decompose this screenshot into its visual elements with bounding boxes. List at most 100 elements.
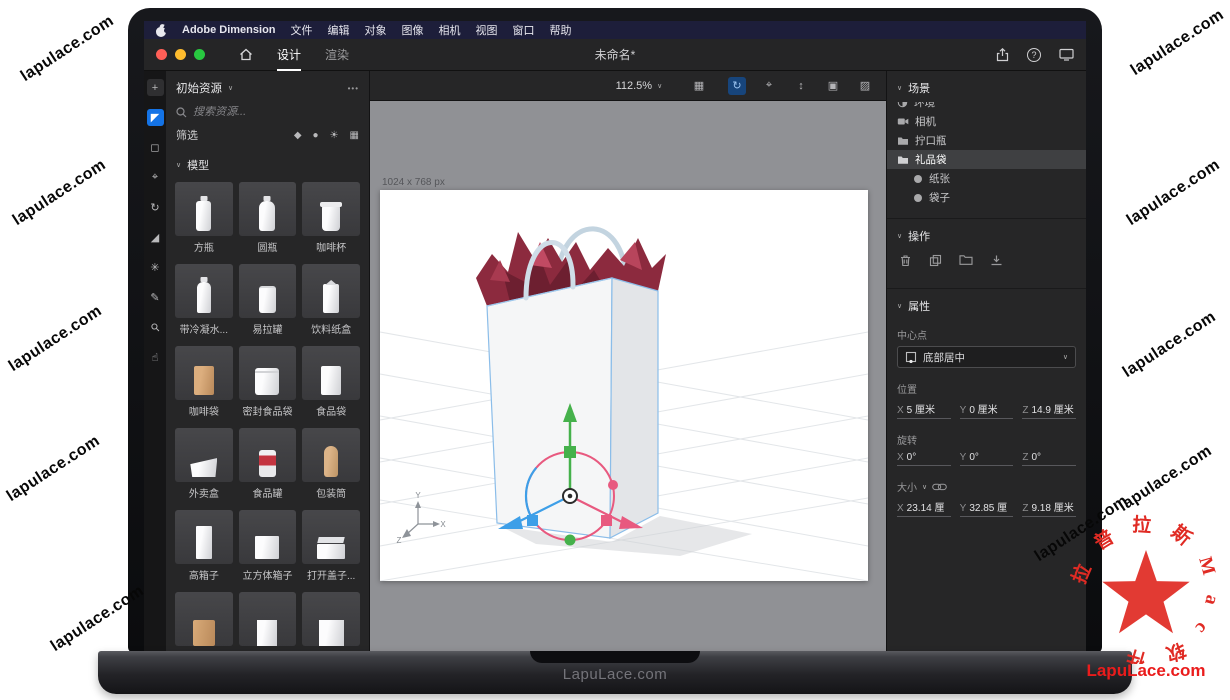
export-icon[interactable] [990, 254, 1003, 267]
scene-item-bag[interactable]: 袋子 [887, 188, 1086, 207]
stamp-star [1102, 550, 1189, 633]
select-tool[interactable]: ◤ [147, 109, 164, 126]
zoom-window-button[interactable] [194, 49, 205, 60]
scene-item-twist-bottle[interactable]: 拧口瓶 [887, 131, 1086, 150]
rotation-x-field[interactable]: X0° [897, 452, 951, 466]
close-window-button[interactable] [156, 49, 167, 60]
apple-logo-icon[interactable] [156, 24, 167, 37]
menu-view[interactable]: 视图 [476, 22, 498, 38]
grid-view-icon[interactable]: ▦ [690, 77, 708, 95]
chevron-down-icon[interactable]: ∨ [897, 84, 902, 92]
menu-camera[interactable]: 相机 [439, 22, 461, 38]
light-filter-icon[interactable]: ☀ [330, 130, 339, 141]
model-food-can[interactable]: 食品罐 [239, 428, 297, 500]
sampler-tool[interactable]: ✎ [147, 289, 164, 306]
chevron-down-icon[interactable]: ∨ [897, 232, 902, 240]
assets-panel-title[interactable]: 初始资源 [176, 80, 222, 96]
chevron-down-icon[interactable]: ∨ [922, 483, 927, 491]
menu-window[interactable]: 窗口 [513, 22, 535, 38]
model-packaging-tube[interactable]: 包装筒 [302, 428, 360, 500]
match-image-icon[interactable]: ▨ [856, 77, 874, 95]
actions-panel-title: 操作 [908, 228, 930, 244]
dolly-camera-icon[interactable]: ↕ [792, 77, 810, 95]
environment-icon [897, 102, 908, 108]
macos-menubar: Adobe Dimension 文件 编辑 对象 图像 相机 视图 窗口 帮助 [144, 21, 1086, 39]
home-icon[interactable] [239, 48, 253, 61]
group-icon[interactable] [959, 254, 973, 267]
watermark: lapulace.com [18, 12, 118, 86]
rotate-tool[interactable]: ↻ [147, 199, 164, 216]
publish-icon[interactable] [1059, 48, 1074, 61]
rotation-z-field[interactable]: Z0° [1022, 452, 1076, 466]
model-coffee-bag[interactable]: 咖啡袋 [175, 346, 233, 418]
share-icon[interactable] [996, 48, 1009, 62]
search-input[interactable] [193, 106, 343, 118]
pivot-select[interactable]: 底部居中 ∨ [897, 346, 1076, 368]
scale-tool[interactable]: ◢ [147, 229, 164, 246]
menu-object[interactable]: 对象 [365, 22, 387, 38]
scene-item-paper[interactable]: 纸张 [887, 169, 1086, 188]
model-round-bottle[interactable]: 圆瓶 [239, 182, 297, 254]
delete-icon[interactable] [899, 254, 912, 267]
tab-design[interactable]: 设计 [277, 39, 301, 71]
scene-item-environment[interactable]: 环境 [887, 102, 1086, 112]
link-icon[interactable] [932, 483, 947, 491]
document-canvas[interactable]: Y X Z [380, 190, 868, 581]
help-icon[interactable]: ? [1027, 48, 1041, 62]
image-filter-icon[interactable]: ▦ [350, 130, 359, 141]
material-filter-icon[interactable]: ● [313, 130, 319, 141]
model-water-bottle[interactable]: 带冷凝水... [175, 264, 233, 336]
position-y-field[interactable]: Y0 厘米 [960, 401, 1014, 419]
model-soda-can[interactable]: 易拉罐 [239, 264, 297, 336]
model-takeout-box[interactable]: 外卖盒 [175, 428, 233, 500]
model-partial[interactable] [175, 592, 233, 646]
model-open-lid-box[interactable]: 打开盖子... [302, 510, 360, 582]
chevron-down-icon[interactable]: ∨ [228, 84, 233, 92]
size-y-field[interactable]: Y32.85 厘 [960, 499, 1014, 517]
zoom-tool[interactable]: ⚲ [144, 315, 167, 339]
canvas-toolbar: 112.5% ∨ ▦ ↻ ⌖ ↕ ▣ ▨ [370, 71, 886, 101]
model-cube-box[interactable]: 立方体箱子 [239, 510, 297, 582]
duplicate-icon[interactable] [929, 254, 942, 267]
scene-item-gift-bag[interactable]: 礼品袋 [887, 150, 1086, 169]
chevron-down-icon[interactable]: ∨ [176, 161, 181, 169]
screen: Adobe Dimension 文件 编辑 对象 图像 相机 视图 窗口 帮助 [144, 21, 1086, 653]
zoom-control[interactable]: 112.5% ∨ [616, 80, 663, 92]
menu-edit[interactable]: 编辑 [328, 22, 350, 38]
model-square-bottle[interactable]: 方瓶 [175, 182, 233, 254]
rotation-y-field[interactable]: Y0° [960, 452, 1014, 466]
menu-help[interactable]: 帮助 [550, 22, 572, 38]
model-tall-box[interactable]: 高箱子 [175, 510, 233, 582]
panel-menu-button[interactable]: ••• [348, 84, 359, 93]
marquee-tool[interactable]: ◻ [147, 139, 164, 156]
tab-render[interactable]: 渲染 [325, 39, 349, 71]
scene-item-camera[interactable]: 相机 [887, 112, 1086, 131]
magic-wand-tool[interactable]: ✳ [147, 259, 164, 276]
position-x-field[interactable]: X5 厘米 [897, 401, 951, 419]
menu-image[interactable]: 图像 [402, 22, 424, 38]
model-coffee-cup[interactable]: 咖啡杯 [302, 182, 360, 254]
model-drink-carton[interactable]: 饮料纸盒 [302, 264, 360, 336]
move-tool[interactable]: ⌖ [147, 169, 164, 186]
model-partial[interactable] [239, 592, 297, 646]
size-x-field[interactable]: X23.14 厘 [897, 499, 951, 517]
viewport-stage[interactable]: 1024 x 768 px [370, 101, 886, 653]
menu-file[interactable]: 文件 [291, 22, 313, 38]
minimize-window-button[interactable] [175, 49, 186, 60]
orbit-camera-icon[interactable]: ↻ [728, 77, 746, 95]
add-tool[interactable]: + [147, 79, 164, 96]
model-food-bag[interactable]: 食品袋 [302, 346, 360, 418]
watermark: lapulace.com [4, 432, 104, 506]
pan-camera-icon[interactable]: ⌖ [760, 77, 778, 95]
chevron-down-icon[interactable]: ∨ [897, 302, 902, 310]
position-z-field[interactable]: Z14.9 厘米 [1022, 401, 1076, 419]
model-partial[interactable] [302, 592, 360, 646]
app-main: + ◤ ◻ ⌖ ↻ ◢ ✳ ✎ ⚲ ☝ 初始资源 [144, 71, 1086, 653]
viewport-svg[interactable]: Y X Z [380, 190, 868, 581]
hand-tool[interactable]: ☝ [147, 349, 164, 366]
canvas-area: 112.5% ∨ ▦ ↻ ⌖ ↕ ▣ ▨ 1024 x 76 [370, 71, 886, 653]
model-sealed-pouch[interactable]: 密封食品袋 [239, 346, 297, 418]
menubar-app-name[interactable]: Adobe Dimension [182, 24, 276, 36]
model-filter-icon[interactable]: ◆ [294, 130, 302, 141]
camera-bookmark-icon[interactable]: ▣ [824, 77, 842, 95]
